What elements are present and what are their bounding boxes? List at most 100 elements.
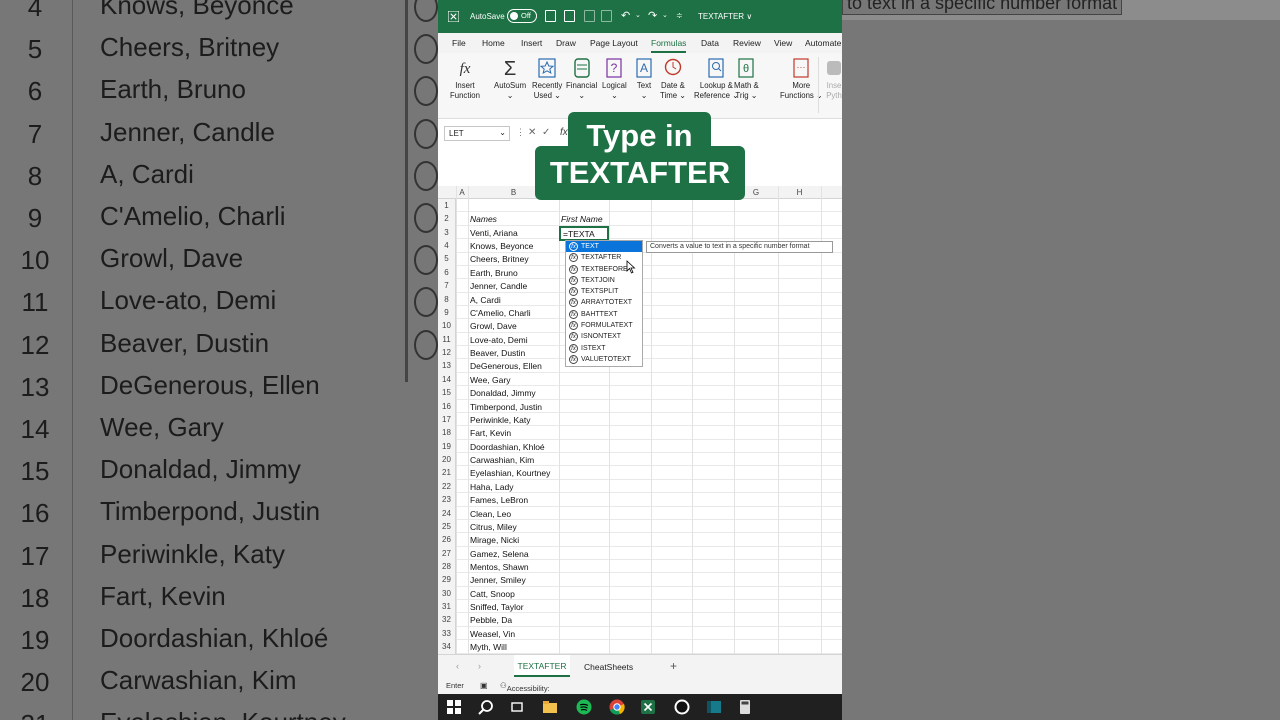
- autocomplete-item[interactable]: fx VALUETOTEXT: [566, 354, 642, 365]
- row-number[interactable]: 6: [438, 265, 456, 280]
- cell-b[interactable]: Haha, Lady: [470, 482, 513, 492]
- cell-b[interactable]: Doordashian, Khloé: [470, 442, 545, 452]
- cell-b[interactable]: Love-ato, Demi: [470, 335, 528, 345]
- row-number[interactable]: 32: [438, 613, 456, 627]
- row-number[interactable]: 11: [438, 332, 456, 347]
- row-number[interactable]: 15: [438, 386, 456, 400]
- sheet-tab-cheatsheets[interactable]: CheatSheets: [584, 662, 633, 672]
- row-number[interactable]: 34: [438, 640, 456, 654]
- edit-icon[interactable]: [564, 10, 575, 22]
- row-number[interactable]: 31: [438, 600, 456, 614]
- row-number[interactable]: 9: [438, 305, 456, 320]
- excel-taskbar-icon[interactable]: [640, 699, 656, 715]
- cell-b[interactable]: Mentos, Shawn: [470, 562, 529, 572]
- row-number[interactable]: 14: [438, 372, 456, 387]
- windows-start-icon[interactable]: [446, 699, 462, 715]
- row-number[interactable]: 8: [438, 292, 456, 306]
- row-number[interactable]: 17: [438, 412, 456, 427]
- tab-file[interactable]: File: [452, 38, 466, 48]
- tab-data[interactable]: Data: [701, 38, 719, 48]
- cell-b[interactable]: Citrus, Miley: [470, 522, 517, 532]
- macro-record-icon[interactable]: ▣: [480, 681, 488, 690]
- autocomplete-item[interactable]: fx FORMULATEXT: [566, 320, 642, 331]
- next-sheet-icon[interactable]: ›: [478, 661, 481, 671]
- cell-b[interactable]: DeGenerous, Ellen: [470, 361, 542, 371]
- lookup-button[interactable]: Lookup & Reference ⌄: [694, 57, 739, 101]
- autocomplete-item[interactable]: fx TEXTSPLIT: [566, 286, 642, 297]
- row-number[interactable]: 22: [438, 479, 456, 494]
- file-name[interactable]: TEXTAFTER ∨: [698, 12, 752, 21]
- open-icon[interactable]: [601, 10, 612, 22]
- app-icon[interactable]: [706, 699, 722, 715]
- cell-b[interactable]: Eyelashian, Kourtney: [470, 468, 550, 478]
- row-number[interactable]: 19: [438, 439, 456, 454]
- row-number[interactable]: 25: [438, 519, 456, 534]
- tab-review[interactable]: Review: [733, 38, 761, 48]
- python-button[interactable]: Inse Pyth: [824, 57, 842, 101]
- redo-dropdown-icon[interactable]: ⌄: [662, 11, 668, 19]
- cell-b[interactable]: Venti, Ariana: [470, 228, 518, 238]
- active-cell-c3[interactable]: =TEXTA: [559, 226, 609, 241]
- chevron-down-icon[interactable]: ⌄: [499, 128, 506, 137]
- row-number[interactable]: 23: [438, 493, 456, 507]
- cell-b[interactable]: Sniffed, Taylor: [470, 602, 524, 612]
- cell-b[interactable]: Cheers, Britney: [470, 254, 529, 264]
- undo-dropdown-icon[interactable]: ⌄: [635, 11, 641, 19]
- cell-b[interactable]: A, Cardi: [470, 295, 501, 305]
- redo-icon[interactable]: ↷: [648, 9, 657, 22]
- cell-b[interactable]: Weasel, Vin: [470, 629, 515, 639]
- autocomplete-item[interactable]: fx ISTEXT: [566, 343, 642, 354]
- star-button[interactable]: Recently Used ⌄: [532, 57, 562, 101]
- cell-b[interactable]: Periwinkle, Katy: [470, 415, 530, 425]
- cell-b[interactable]: Fames, LeBron: [470, 495, 528, 505]
- spotify-icon[interactable]: [576, 699, 592, 715]
- row-number[interactable]: 12: [438, 346, 456, 360]
- row-number[interactable]: 1: [438, 199, 456, 213]
- add-sheet-icon[interactable]: +: [670, 659, 677, 673]
- row-number[interactable]: 18: [438, 426, 456, 440]
- fx-button[interactable]: fx Insert Function: [450, 57, 480, 101]
- row-number[interactable]: 7: [438, 279, 456, 293]
- tab-insert[interactable]: Insert: [521, 38, 542, 48]
- autocomplete-item[interactable]: fx ARRAYTOTEXT: [566, 297, 642, 308]
- autocomplete-item[interactable]: fx TEXTJOIN: [566, 275, 642, 286]
- row-number[interactable]: 26: [438, 533, 456, 547]
- tab-formulas[interactable]: Formulas: [651, 38, 687, 53]
- column-header[interactable]: H: [778, 188, 821, 197]
- row-number[interactable]: 28: [438, 559, 456, 574]
- row-number[interactable]: 4: [438, 239, 456, 253]
- cell-b[interactable]: Donaldad, Jimmy: [470, 388, 536, 398]
- new-icon[interactable]: [584, 10, 595, 22]
- tab-home[interactable]: Home: [482, 38, 505, 48]
- cell-b[interactable]: Jenner, Candle: [470, 281, 527, 291]
- row-number[interactable]: 10: [438, 319, 456, 333]
- obs-icon[interactable]: [674, 699, 690, 715]
- logical-button[interactable]: ? Logical ⌄: [602, 57, 627, 101]
- cell-b[interactable]: Wee, Gary: [470, 375, 510, 385]
- cell-b[interactable]: Mirage, Nicki: [470, 535, 519, 545]
- row-number[interactable]: 27: [438, 546, 456, 560]
- accessibility-status[interactable]: ⚇ Accessibility: Good to go: [500, 681, 550, 702]
- sheet-tab-textafter[interactable]: TEXTAFTER: [514, 655, 570, 677]
- row-number[interactable]: 2: [438, 212, 456, 226]
- more-functions-button[interactable]: ··· More Functions ⌄: [780, 57, 823, 101]
- cell-b[interactable]: Names: [470, 214, 497, 224]
- tab-view[interactable]: View: [774, 38, 792, 48]
- cell-b[interactable]: Knows, Beyonce: [470, 241, 533, 251]
- search-icon[interactable]: [478, 699, 494, 715]
- cell-b[interactable]: Fart, Kevin: [470, 428, 511, 438]
- cell-b[interactable]: Carwashian, Kim: [470, 455, 534, 465]
- cell-b[interactable]: Pebble, Da: [470, 615, 512, 625]
- undo-icon[interactable]: ↶: [621, 9, 630, 22]
- row-number[interactable]: 16: [438, 399, 456, 413]
- cell-b[interactable]: Myth, Will: [470, 642, 507, 652]
- autocomplete-item[interactable]: fx TEXT: [566, 241, 642, 253]
- save-icon[interactable]: [545, 10, 556, 22]
- math-button[interactable]: θ Math & Trig ⌄: [734, 57, 759, 101]
- tab-draw[interactable]: Draw: [556, 38, 576, 48]
- row-number[interactable]: 20: [438, 453, 456, 467]
- clock-button[interactable]: Date & Time ⌄: [660, 57, 686, 101]
- row-number[interactable]: 5: [438, 252, 456, 266]
- cell-b[interactable]: Earth, Bruno: [470, 268, 518, 278]
- autocomplete-item[interactable]: fx ISNONTEXT: [566, 331, 642, 342]
